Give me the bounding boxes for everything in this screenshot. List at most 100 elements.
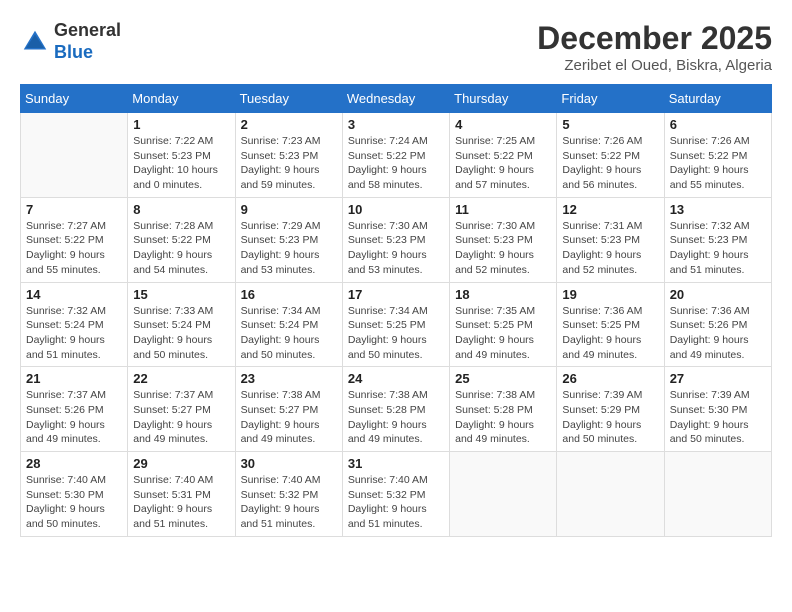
day-number: 21 — [26, 371, 122, 386]
day-number: 16 — [241, 287, 337, 302]
day-info: Sunrise: 7:32 AM Sunset: 5:24 PM Dayligh… — [26, 304, 122, 363]
calendar-day-cell: 25 Sunrise: 7:38 AM Sunset: 5:28 PM Dayli… — [450, 367, 557, 452]
day-number: 6 — [670, 117, 766, 132]
day-info: Sunrise: 7:24 AM Sunset: 5:22 PM Dayligh… — [348, 134, 444, 193]
day-info: Sunrise: 7:36 AM Sunset: 5:26 PM Dayligh… — [670, 304, 766, 363]
calendar-header-wednesday: Wednesday — [342, 85, 449, 113]
calendar-week-row: 21 Sunrise: 7:37 AM Sunset: 5:26 PM Dayli… — [21, 367, 772, 452]
day-number: 7 — [26, 202, 122, 217]
day-number: 4 — [455, 117, 551, 132]
day-info: Sunrise: 7:31 AM Sunset: 5:23 PM Dayligh… — [562, 219, 658, 278]
day-info: Sunrise: 7:38 AM Sunset: 5:27 PM Dayligh… — [241, 388, 337, 447]
calendar-header-monday: Monday — [128, 85, 235, 113]
calendar-day-cell: 23 Sunrise: 7:38 AM Sunset: 5:27 PM Dayli… — [235, 367, 342, 452]
calendar-day-cell — [21, 113, 128, 198]
day-info: Sunrise: 7:28 AM Sunset: 5:22 PM Dayligh… — [133, 219, 229, 278]
calendar-week-row: 7 Sunrise: 7:27 AM Sunset: 5:22 PM Daylig… — [21, 197, 772, 282]
day-info: Sunrise: 7:30 AM Sunset: 5:23 PM Dayligh… — [455, 219, 551, 278]
day-info: Sunrise: 7:27 AM Sunset: 5:22 PM Dayligh… — [26, 219, 122, 278]
calendar-week-row: 14 Sunrise: 7:32 AM Sunset: 5:24 PM Dayli… — [21, 282, 772, 367]
day-number: 18 — [455, 287, 551, 302]
day-info: Sunrise: 7:26 AM Sunset: 5:22 PM Dayligh… — [562, 134, 658, 193]
calendar-day-cell: 10 Sunrise: 7:30 AM Sunset: 5:23 PM Dayli… — [342, 197, 449, 282]
calendar-day-cell: 29 Sunrise: 7:40 AM Sunset: 5:31 PM Dayli… — [128, 452, 235, 537]
calendar-day-cell: 4 Sunrise: 7:25 AM Sunset: 5:22 PM Daylig… — [450, 113, 557, 198]
page-header: General Blue December 2025 Zeribet el Ou… — [20, 20, 772, 74]
day-info: Sunrise: 7:30 AM Sunset: 5:23 PM Dayligh… — [348, 219, 444, 278]
calendar-week-row: 1Sunrise: 7:22 AM Sunset: 5:23 PM Daylig… — [21, 113, 772, 198]
calendar-day-cell: 12 Sunrise: 7:31 AM Sunset: 5:23 PM Dayli… — [557, 197, 664, 282]
month-title: December 2025 — [537, 20, 772, 57]
day-number: 1 — [133, 117, 229, 132]
day-info: Sunrise: 7:38 AM Sunset: 5:28 PM Dayligh… — [348, 388, 444, 447]
day-number: 23 — [241, 371, 337, 386]
day-info: Sunrise: 7:35 AM Sunset: 5:25 PM Dayligh… — [455, 304, 551, 363]
day-number: 25 — [455, 371, 551, 386]
day-info: Sunrise: 7:34 AM Sunset: 5:25 PM Dayligh… — [348, 304, 444, 363]
calendar-day-cell: 1Sunrise: 7:22 AM Sunset: 5:23 PM Daylig… — [128, 113, 235, 198]
day-number: 3 — [348, 117, 444, 132]
day-info: Sunrise: 7:23 AM Sunset: 5:23 PM Dayligh… — [241, 134, 337, 193]
day-info: Sunrise: 7:40 AM Sunset: 5:32 PM Dayligh… — [241, 473, 337, 532]
calendar-day-cell: 19Sunrise: 7:36 AM Sunset: 5:25 PM Dayli… — [557, 282, 664, 367]
day-number: 26 — [562, 371, 658, 386]
calendar-day-cell: 7 Sunrise: 7:27 AM Sunset: 5:22 PM Daylig… — [21, 197, 128, 282]
calendar-day-cell: 5 Sunrise: 7:26 AM Sunset: 5:22 PM Daylig… — [557, 113, 664, 198]
day-number: 14 — [26, 287, 122, 302]
day-number: 10 — [348, 202, 444, 217]
calendar-day-cell: 31Sunrise: 7:40 AM Sunset: 5:32 PM Dayli… — [342, 452, 449, 537]
calendar-day-cell: 3 Sunrise: 7:24 AM Sunset: 5:22 PM Daylig… — [342, 113, 449, 198]
calendar-header-thursday: Thursday — [450, 85, 557, 113]
calendar-day-cell — [557, 452, 664, 537]
day-info: Sunrise: 7:32 AM Sunset: 5:23 PM Dayligh… — [670, 219, 766, 278]
calendar-day-cell: 6Sunrise: 7:26 AM Sunset: 5:22 PM Daylig… — [664, 113, 771, 198]
calendar-day-cell: 8Sunrise: 7:28 AM Sunset: 5:22 PM Daylig… — [128, 197, 235, 282]
day-info: Sunrise: 7:40 AM Sunset: 5:30 PM Dayligh… — [26, 473, 122, 532]
calendar-header-tuesday: Tuesday — [235, 85, 342, 113]
day-info: Sunrise: 7:38 AM Sunset: 5:28 PM Dayligh… — [455, 388, 551, 447]
calendar-day-cell: 14 Sunrise: 7:32 AM Sunset: 5:24 PM Dayli… — [21, 282, 128, 367]
calendar-day-cell — [450, 452, 557, 537]
day-info: Sunrise: 7:34 AM Sunset: 5:24 PM Dayligh… — [241, 304, 337, 363]
day-info: Sunrise: 7:40 AM Sunset: 5:31 PM Dayligh… — [133, 473, 229, 532]
day-number: 19 — [562, 287, 658, 302]
logo-icon — [20, 27, 50, 57]
location-subtitle: Zeribet el Oued, Biskra, Algeria — [537, 57, 772, 74]
calendar-day-cell: 22 Sunrise: 7:37 AM Sunset: 5:27 PM Dayli… — [128, 367, 235, 452]
calendar-table: SundayMondayTuesdayWednesdayThursdayFrid… — [20, 84, 772, 537]
calendar-header-row: SundayMondayTuesdayWednesdayThursdayFrid… — [21, 85, 772, 113]
day-info: Sunrise: 7:29 AM Sunset: 5:23 PM Dayligh… — [241, 219, 337, 278]
calendar-day-cell: 15 Sunrise: 7:33 AM Sunset: 5:24 PM Dayli… — [128, 282, 235, 367]
day-info: Sunrise: 7:33 AM Sunset: 5:24 PM Dayligh… — [133, 304, 229, 363]
day-info: Sunrise: 7:37 AM Sunset: 5:26 PM Dayligh… — [26, 388, 122, 447]
calendar-day-cell: 2 Sunrise: 7:23 AM Sunset: 5:23 PM Daylig… — [235, 113, 342, 198]
day-number: 24 — [348, 371, 444, 386]
day-number: 28 — [26, 456, 122, 471]
logo: General Blue — [20, 20, 121, 63]
calendar-day-cell: 30 Sunrise: 7:40 AM Sunset: 5:32 PM Dayli… — [235, 452, 342, 537]
calendar-day-cell: 17 Sunrise: 7:34 AM Sunset: 5:25 PM Dayli… — [342, 282, 449, 367]
calendar-week-row: 28 Sunrise: 7:40 AM Sunset: 5:30 PM Dayli… — [21, 452, 772, 537]
day-number: 9 — [241, 202, 337, 217]
day-number: 20 — [670, 287, 766, 302]
calendar-day-cell: 11 Sunrise: 7:30 AM Sunset: 5:23 PM Dayli… — [450, 197, 557, 282]
calendar-day-cell: 18 Sunrise: 7:35 AM Sunset: 5:25 PM Dayli… — [450, 282, 557, 367]
calendar-day-cell — [664, 452, 771, 537]
day-number: 2 — [241, 117, 337, 132]
day-number: 12 — [562, 202, 658, 217]
day-number: 11 — [455, 202, 551, 217]
day-number: 5 — [562, 117, 658, 132]
day-info: Sunrise: 7:37 AM Sunset: 5:27 PM Dayligh… — [133, 388, 229, 447]
day-number: 13 — [670, 202, 766, 217]
day-number: 22 — [133, 371, 229, 386]
calendar-day-cell: 21 Sunrise: 7:37 AM Sunset: 5:26 PM Dayli… — [21, 367, 128, 452]
day-info: Sunrise: 7:39 AM Sunset: 5:30 PM Dayligh… — [670, 388, 766, 447]
day-number: 29 — [133, 456, 229, 471]
day-info: Sunrise: 7:25 AM Sunset: 5:22 PM Dayligh… — [455, 134, 551, 193]
day-number: 30 — [241, 456, 337, 471]
day-number: 17 — [348, 287, 444, 302]
day-number: 31 — [348, 456, 444, 471]
day-number: 15 — [133, 287, 229, 302]
calendar-day-cell: 16 Sunrise: 7:34 AM Sunset: 5:24 PM Dayli… — [235, 282, 342, 367]
calendar-header-saturday: Saturday — [664, 85, 771, 113]
